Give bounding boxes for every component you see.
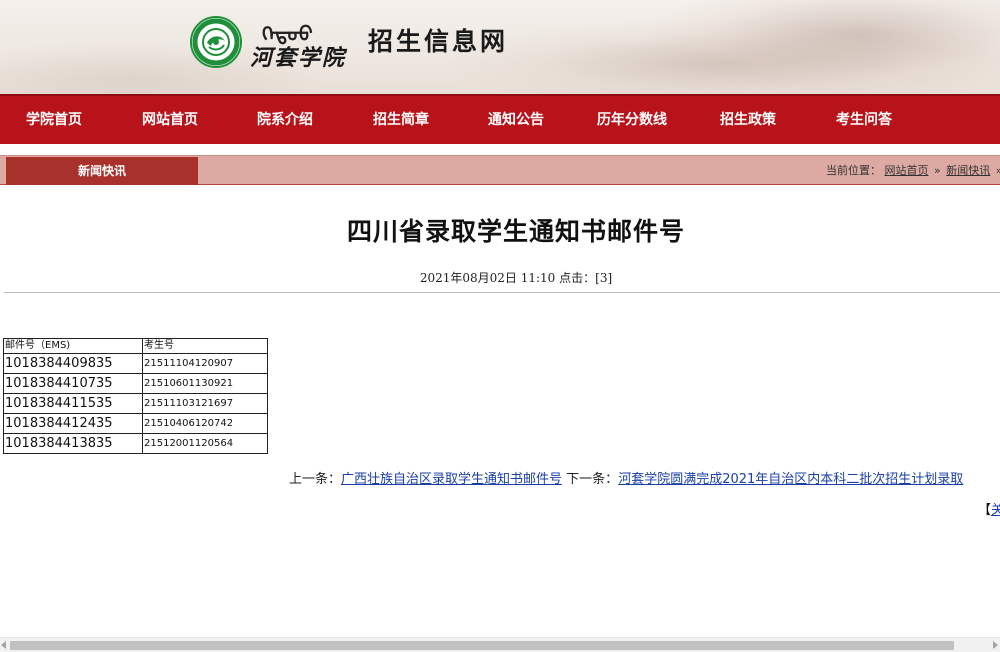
ems-number-cell: 1018384411535	[3, 393, 143, 414]
close-window: 【关	[978, 499, 1000, 518]
nav-item-admission-guide[interactable]: 招生简章	[373, 96, 429, 144]
breadcrumb-separator: »	[996, 164, 1000, 177]
divider	[4, 292, 1000, 293]
section-bar: 新闻快讯 当前位置： 网站首页 » 新闻快讯 »	[0, 155, 1000, 185]
nav-item-faq[interactable]: 考生问答	[836, 96, 892, 144]
breadcrumb-separator: »	[934, 164, 941, 177]
table-row: 1018384409835 21511104120907	[3, 353, 268, 374]
nav-item-past-scores[interactable]: 历年分数线	[597, 96, 667, 144]
nav-item-notices[interactable]: 通知公告	[488, 96, 544, 144]
prev-label: 上一条：	[289, 472, 342, 487]
scroll-left-arrow-icon[interactable]	[1, 641, 6, 649]
breadcrumb-link-site-home[interactable]: 网站首页	[885, 164, 929, 177]
scroll-right-arrow-icon[interactable]	[993, 641, 998, 649]
table-header-row: 邮件号（EMS) 考生号	[3, 338, 268, 354]
exam-number-cell: 21511104120907	[142, 353, 268, 374]
close-window-link[interactable]: 关	[991, 503, 1000, 518]
table-row: 1018384413835 21512001120564	[3, 433, 268, 454]
site-name: 招生信息网	[368, 27, 509, 56]
table-row: 1018384412435 21510406120742	[3, 413, 268, 434]
breadcrumb: 当前位置： 网站首页 » 新闻快讯 »	[826, 156, 1000, 186]
school-name: 河套学院	[250, 45, 347, 71]
ems-number-cell: 1018384413835	[3, 433, 143, 454]
exam-number-cell: 21512001120564	[142, 433, 268, 454]
ems-table: 邮件号（EMS) 考生号 1018384409835 2151110412090…	[3, 338, 268, 454]
article-title: 四川省录取学生通知书邮件号	[346, 217, 685, 246]
article-meta: 2021年08月02日 11:10 点击：[3]	[419, 271, 613, 285]
table-row: 1018384410735 21510601130921	[3, 373, 268, 394]
exam-number-cell: 21510406120742	[142, 413, 268, 434]
table-header-cell: 邮件号（EMS)	[3, 338, 143, 354]
ems-number-cell: 1018384412435	[3, 413, 143, 434]
nav-item-departments[interactable]: 院系介绍	[257, 96, 313, 144]
next-article-link[interactable]: 河套学院圆满完成2021年自治区内本科二批次招生计划录取	[618, 472, 963, 487]
ems-number-cell: 1018384410735	[3, 373, 143, 394]
nav-item-college-home[interactable]: 学院首页	[26, 96, 82, 144]
nav-item-policies[interactable]: 招生政策	[720, 96, 776, 144]
horizontal-scrollbar[interactable]	[0, 637, 1000, 652]
close-bracket: 【	[978, 503, 992, 518]
breadcrumb-prefix: 当前位置：	[826, 164, 881, 177]
table-row: 1018384411535 21511103121697	[3, 393, 268, 414]
table-header-cell: 考生号	[142, 338, 268, 354]
college-emblem-icon[interactable]	[190, 16, 242, 68]
header-banner: ᠬᠡᠲᠣᠣ 河套学院 招生信息网	[0, 0, 1000, 94]
scrollbar-thumb[interactable]	[10, 641, 954, 650]
page: ᠬᠡᠲᠣᠣ 河套学院 招生信息网 学院首页 网站首页 院系介绍 招生简章 通知公…	[0, 0, 1000, 652]
prev-next-nav: 上一条：广西壮族自治区录取学生通知书邮件号 下一条：河套学院圆满完成2021年自…	[289, 468, 963, 487]
main-nav: 学院首页 网站首页 院系介绍 招生简章 通知公告 历年分数线 招生政策 考生问答	[0, 94, 1000, 144]
section-tab-news[interactable]: 新闻快讯	[6, 157, 198, 185]
nav-item-site-home[interactable]: 网站首页	[142, 96, 198, 144]
prev-article-link[interactable]: 广西壮族自治区录取学生通知书邮件号	[341, 472, 562, 487]
breadcrumb-link-news[interactable]: 新闻快讯	[946, 164, 990, 177]
exam-number-cell: 21510601130921	[142, 373, 268, 394]
exam-number-cell: 21511103121697	[142, 393, 268, 414]
next-label: 下一条：	[566, 472, 619, 487]
ems-number-cell: 1018384409835	[3, 353, 143, 374]
